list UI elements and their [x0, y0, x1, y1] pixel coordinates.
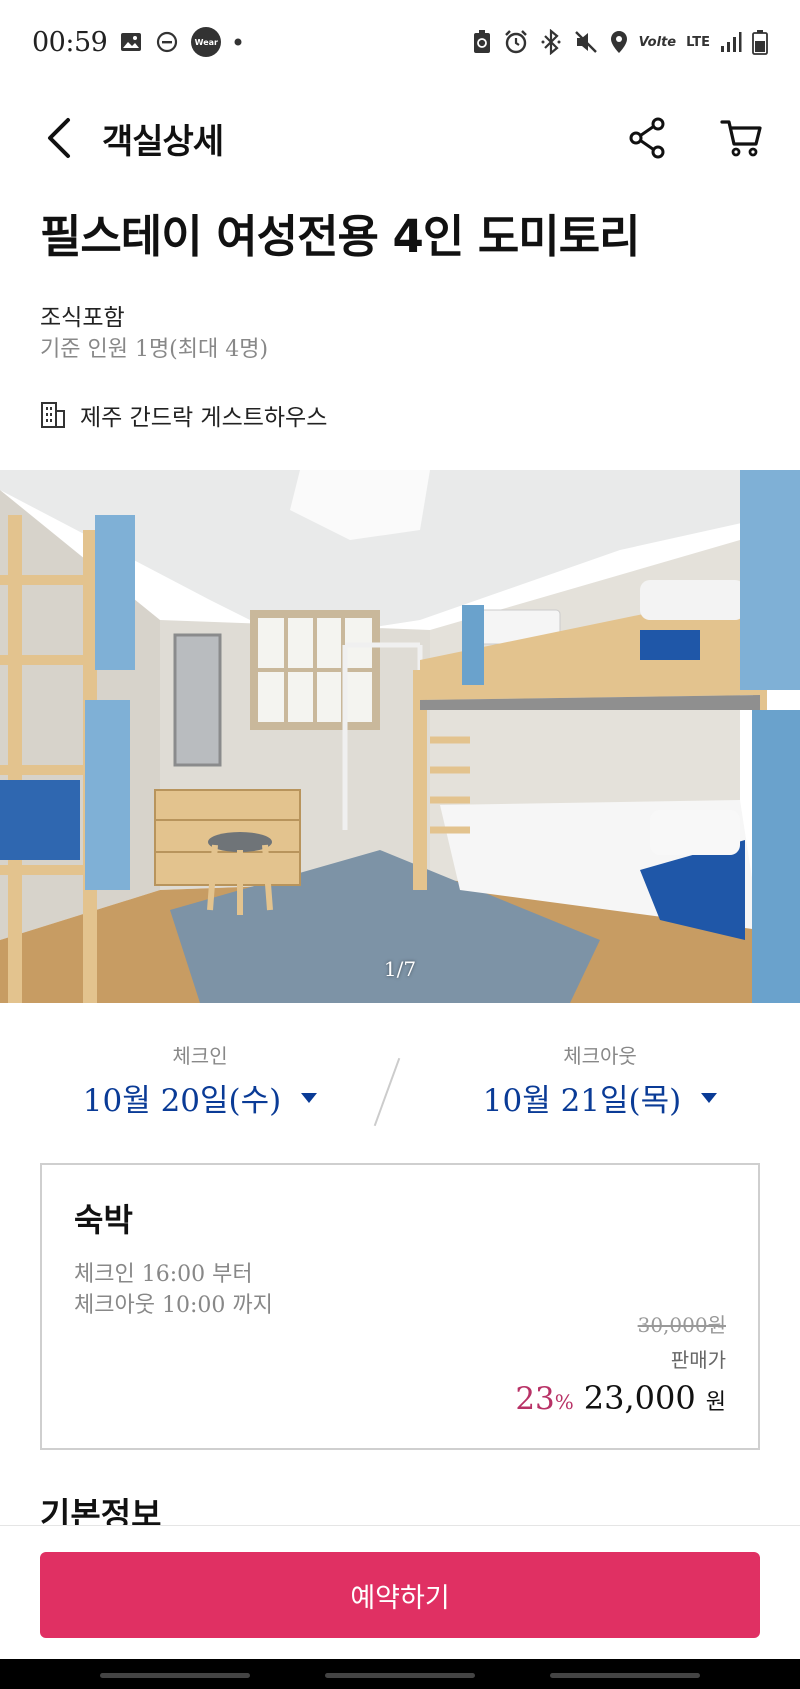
status-right: Volte LTE [471, 29, 768, 55]
mute-icon [573, 29, 599, 55]
app-actions [624, 115, 764, 161]
checkout-date-text: 10월 21일(목) [482, 1083, 682, 1119]
bottom-action-bar: 예약하기 [0, 1525, 800, 1659]
system-nav-bar [0, 1659, 800, 1689]
battery-icon [752, 29, 768, 55]
wear-icon: Wear [191, 27, 222, 57]
stay-type: 숙박 [74, 1201, 133, 1239]
property-link[interactable]: 제주 간드락 게스트하우스 [40, 398, 327, 432]
nav-recent-button[interactable] [100, 1673, 250, 1678]
sale-price-label: 판매가 [670, 1348, 726, 1372]
dnd-icon [155, 30, 179, 54]
status-left: 00:59 Wear [32, 27, 243, 58]
building-icon [41, 402, 65, 428]
room-photo [0, 470, 800, 1003]
discount-unit: % [554, 1390, 574, 1414]
battery-saver-icon [471, 29, 493, 55]
status-bar: 00:59 Wear Volte LTE [0, 0, 800, 84]
capacity-info: 기준 인원 1명(최대 4명) [40, 337, 269, 362]
bluetooth-icon [539, 29, 563, 55]
room-title: 필스테이 여성전용 4인 도미토리 [40, 210, 641, 263]
property-name: 제주 간드락 게스트하우스 [80, 405, 328, 431]
back-arrow-icon [48, 118, 70, 158]
final-price: 23,000 [583, 1379, 696, 1417]
volte-icon: Volte [638, 34, 677, 50]
room-detail-page: 00:59 Wear Volte LTE 객실상세 필스테이 여성전용 4인 도… [0, 0, 800, 1689]
share-icon [629, 117, 665, 159]
alarm-icon [503, 29, 529, 55]
location-icon [609, 29, 629, 55]
discount-value: 23 [515, 1381, 555, 1417]
date-picker: 체크인 10월 20일(수) 체크아웃 10월 21일(목) [0, 1040, 800, 1120]
discount-rate: 23% [515, 1381, 573, 1417]
currency-unit: 원 [705, 1390, 726, 1415]
cart-button[interactable] [718, 115, 764, 161]
back-button[interactable] [44, 110, 84, 166]
photo-counter: 1/7 [383, 957, 417, 981]
checkout-date-selector[interactable]: 체크아웃 10월 21일(목) [420, 1040, 780, 1120]
caret-down-icon [301, 1092, 318, 1103]
price-block: 30,000원 판매가 23% 23,000 원 [515, 1309, 726, 1417]
checkin-label: 체크인 [172, 1044, 228, 1068]
signal-icon [720, 31, 742, 53]
cart-icon [720, 120, 762, 157]
room-photo-carousel[interactable]: 1/7 [0, 470, 800, 1003]
nav-back-button[interactable] [550, 1673, 700, 1678]
checkin-date-text: 10월 20일(수) [82, 1083, 282, 1119]
stay-option-card[interactable]: 숙박 체크인 16:00 부터 체크아웃 10:00 까지 30,000원 판매… [40, 1163, 760, 1450]
checkout-date: 10월 21일(목) [483, 1075, 718, 1120]
checkin-date-selector[interactable]: 체크인 10월 20일(수) [20, 1040, 380, 1120]
app-bar: 객실상세 [0, 84, 800, 192]
nav-home-button[interactable] [325, 1673, 475, 1678]
page-title: 객실상세 [102, 121, 224, 162]
checkout-label: 체크아웃 [563, 1044, 637, 1068]
lte-icon: LTE [686, 34, 710, 50]
original-price: 30,000원 [637, 1313, 726, 1337]
price-row: 23% 23,000 원 [515, 1379, 726, 1417]
image-icon [119, 30, 143, 54]
status-time: 00:59 [32, 26, 108, 58]
share-button[interactable] [624, 115, 670, 161]
dot-icon [233, 37, 243, 47]
reserve-button[interactable]: 예약하기 [40, 1552, 760, 1638]
checkin-date: 10월 20일(수) [83, 1075, 318, 1120]
caret-down-icon [701, 1092, 718, 1103]
checkin-time: 체크인 16:00 부터 [74, 1262, 253, 1287]
meal-info: 조식포함 [40, 305, 125, 331]
